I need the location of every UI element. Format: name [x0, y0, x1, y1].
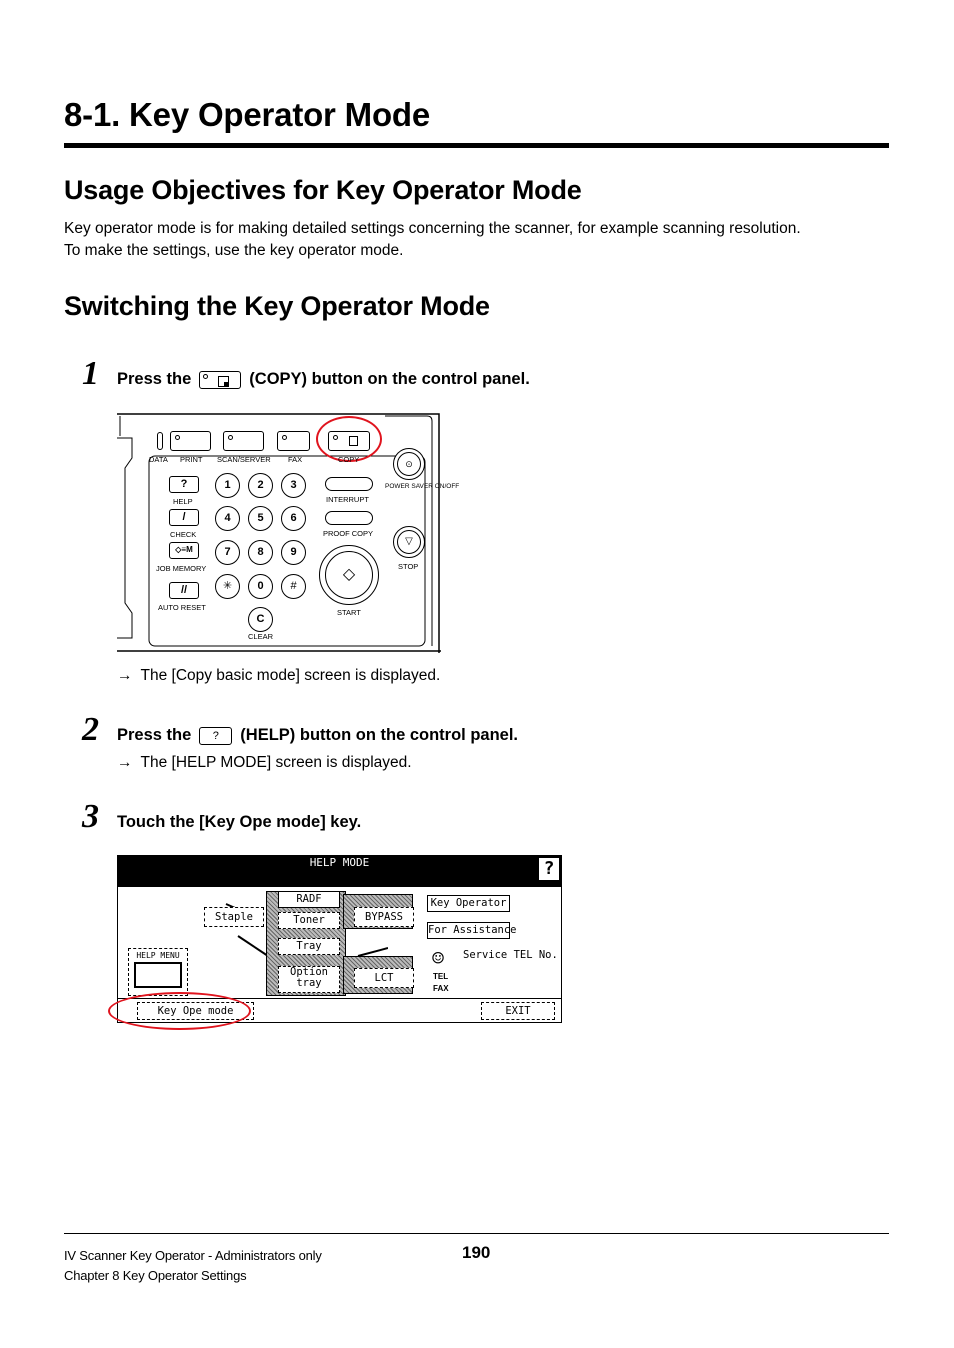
service-person-icon: ☺: [432, 946, 445, 970]
fax-label: FAX: [288, 455, 303, 464]
keypad-key[interactable]: 3: [281, 473, 306, 498]
keypad-key[interactable]: 4: [215, 506, 240, 531]
step-suffix: (HELP) button on the control panel.: [240, 726, 519, 744]
title-rule: [64, 143, 889, 148]
control-panel-illustration: DATA PRINT SCAN/SERVER FAX COPY ? HELP /…: [117, 413, 460, 653]
tel-label: TEL: [433, 972, 449, 981]
keypad-key[interactable]: 7: [215, 540, 240, 565]
result-arrow-icon: →: [117, 667, 133, 684]
page-title: 8-1. Key Operator Mode: [64, 96, 431, 133]
scan-server-label: SCAN/SERVER: [217, 455, 271, 464]
power-saver-key[interactable]: ⊙: [393, 448, 425, 480]
interrupt-label: INTERRUPT: [326, 495, 369, 504]
step-number: 1: [82, 355, 99, 392]
step-prefix: Press the: [117, 726, 192, 744]
step-2-result: → The [HELP MODE] screen is displayed.: [117, 754, 412, 772]
clear-key-label: CLEAR: [248, 632, 274, 641]
key-operator-button[interactable]: Key Operator: [427, 895, 510, 912]
power-saver-label: POWER SAVER ON/OFF: [385, 483, 460, 490]
step-2-instruction: Press the ? (HELP) button on the control…: [117, 726, 518, 745]
footer-rule: [64, 1233, 889, 1234]
staple-button[interactable]: Staple: [204, 907, 264, 927]
step-suffix: (COPY) button on the control panel.: [249, 370, 530, 388]
proof-copy-key[interactable]: [325, 511, 373, 525]
service-tel-label: Service TEL No.: [463, 949, 558, 961]
help-key-label: HELP: [173, 497, 193, 506]
result-text: The [HELP MODE] screen is displayed.: [140, 754, 412, 771]
power-icon: ⊙: [397, 452, 421, 476]
result-text: The [Copy basic mode] screen is displaye…: [140, 667, 441, 684]
stop-icon: ▽: [397, 530, 421, 554]
keypad-key[interactable]: 2: [248, 473, 273, 498]
keypad-key[interactable]: 5: [248, 506, 273, 531]
keypad-key-hash[interactable]: #: [281, 574, 306, 599]
help-mode-header: HELP MODE ?: [118, 856, 561, 887]
footer-line-1: IV Scanner Key Operator - Administrators…: [64, 1248, 322, 1263]
paragraph-line: Key operator mode is for making detailed…: [64, 220, 801, 237]
step-1-result: → The [Copy basic mode] screen is display…: [117, 667, 440, 685]
help-key[interactable]: ?: [169, 476, 199, 493]
toner-button[interactable]: Toner: [278, 912, 340, 929]
proof-copy-label: PROOF COPY: [323, 529, 374, 538]
step-3-instruction: Touch the [Key Ope mode] key.: [117, 813, 362, 831]
help-menu-grid-icon: [134, 962, 182, 988]
check-key-label: CHECK: [170, 530, 197, 539]
footer-line-2: Chapter 8 Key Operator Settings: [64, 1268, 247, 1283]
help-question-icon: ?: [539, 858, 559, 880]
stop-label: STOP: [398, 562, 419, 571]
usage-paragraph: Key operator mode is for making detailed…: [64, 218, 894, 262]
keypad-key[interactable]: 1: [215, 473, 240, 498]
help-mode-screen: HELP MODE ? RADF Toner Tray Option tray …: [108, 855, 562, 1030]
for-assistance-button[interactable]: For Assistance: [427, 922, 517, 939]
section-heading-switching: Switching the Key Operator Mode: [64, 291, 490, 321]
fax-label: FAX: [433, 984, 449, 993]
print-label: PRINT: [180, 455, 203, 464]
keypad-key-asterisk[interactable]: ✳: [215, 574, 240, 599]
clear-key[interactable]: C: [248, 607, 273, 632]
help-menu-button[interactable]: HELP MENU: [128, 948, 188, 996]
step-number: 3: [82, 798, 99, 835]
start-icon: ◇: [325, 551, 373, 599]
step-number: 2: [82, 711, 99, 748]
data-label: DATA: [149, 455, 168, 464]
auto-reset-key-label: AUTO RESET: [158, 603, 206, 612]
lct-button[interactable]: LCT: [354, 968, 414, 988]
tray-button[interactable]: Tray: [278, 938, 340, 955]
fax-mode-key[interactable]: [277, 431, 310, 451]
stop-key[interactable]: ▽: [393, 526, 425, 558]
start-label: START: [337, 608, 361, 617]
scan-server-mode-key[interactable]: [223, 431, 264, 451]
keypad-key[interactable]: 0: [248, 574, 273, 599]
copy-label: COPY: [338, 455, 360, 464]
bypass-button[interactable]: BYPASS: [354, 907, 414, 927]
data-indicator: [157, 432, 163, 450]
interrupt-key[interactable]: [325, 477, 373, 491]
print-mode-key[interactable]: [170, 431, 211, 451]
auto-reset-key[interactable]: //: [169, 582, 199, 599]
job-memory-key[interactable]: ◇≡M: [169, 542, 199, 559]
page-number: 190: [462, 1243, 491, 1262]
job-memory-key-label: JOB MEMORY: [156, 564, 207, 573]
help-button-icon: ?: [199, 726, 233, 745]
exit-button[interactable]: EXIT: [481, 1002, 555, 1020]
step-1-instruction: Press the (COPY) button on the control p…: [117, 370, 530, 389]
keypad-key[interactable]: 6: [281, 506, 306, 531]
footer-text: IV Scanner Key Operator - Administrators…: [64, 1246, 322, 1286]
keypad-key[interactable]: 8: [248, 540, 273, 565]
radf-button[interactable]: RADF: [278, 891, 340, 908]
key-ope-mode-highlight: [108, 992, 251, 1030]
help-menu-label: HELP MENU: [136, 951, 180, 960]
help-mode-title: HELP MODE: [309, 856, 370, 869]
check-key[interactable]: /: [169, 509, 199, 526]
start-key[interactable]: ◇: [319, 545, 379, 605]
copy-button-icon: [199, 370, 242, 389]
result-arrow-icon: →: [117, 754, 133, 771]
step-prefix: Press the: [117, 370, 192, 388]
option-tray-button[interactable]: Option tray: [278, 966, 340, 993]
paragraph-line: To make the settings, use the key operat…: [64, 242, 404, 259]
keypad-key[interactable]: 9: [281, 540, 306, 565]
section-heading-usage: Usage Objectives for Key Operator Mode: [64, 175, 582, 205]
